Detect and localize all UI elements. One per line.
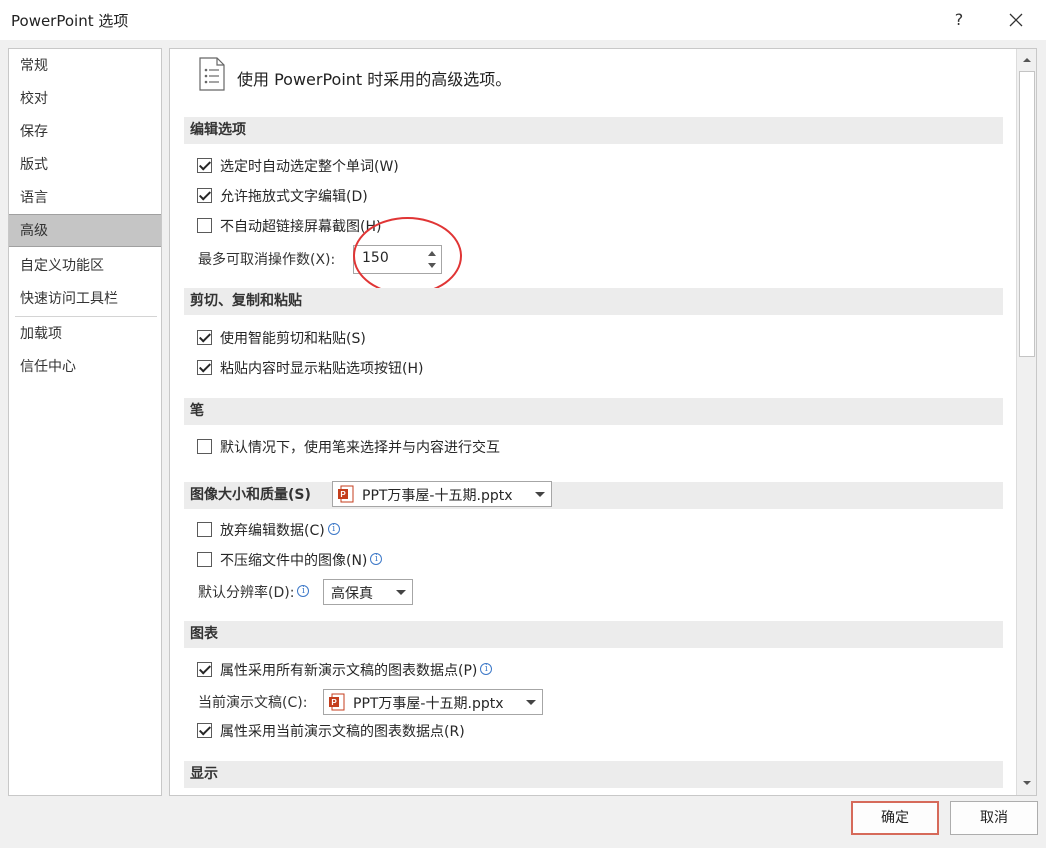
nav-item-language[interactable]: 语言: [9, 182, 161, 215]
nav-item-customize-ribbon[interactable]: 自定义功能区: [9, 250, 161, 283]
image-file-dropdown[interactable]: P PPT万事屋-十五期.pptx: [332, 481, 552, 507]
option-discard-edit-data[interactable]: 放弃编辑数据(C) i: [197, 521, 340, 541]
scroll-down-button[interactable]: [1018, 774, 1036, 792]
nav-item-quick-access[interactable]: 快速访问工具栏: [9, 283, 161, 316]
powerpoint-file-icon: P: [338, 485, 354, 503]
nav-item-addins[interactable]: 加载项: [9, 318, 161, 351]
category-nav: 常规 校对 保存 版式 语言 高级 自定义功能区 快速访问工具栏 加载项 信任中…: [8, 48, 162, 796]
checkbox-discard-edit-data[interactable]: [197, 522, 212, 537]
checkbox-no-compress-images[interactable]: [197, 552, 212, 567]
section-cut-copy-paste: 剪切、复制和粘贴: [184, 288, 1003, 315]
info-icon[interactable]: i: [297, 585, 310, 597]
close-icon: [1009, 13, 1023, 27]
undo-count-label: 最多可取消操作数(X):: [198, 252, 336, 268]
nav-item-general[interactable]: 常规: [9, 50, 161, 83]
title-bar: PowerPoint 选项 ?: [0, 0, 1046, 40]
option-smart-cut-paste[interactable]: 使用智能剪切和粘贴(S): [197, 329, 366, 349]
nav-item-save[interactable]: 保存: [9, 116, 161, 149]
info-icon[interactable]: i: [327, 523, 340, 535]
section-image-quality: 图像大小和质量(S): [184, 482, 1003, 509]
section-editing: 编辑选项: [184, 117, 1003, 144]
nav-item-proofing[interactable]: 校对: [9, 83, 161, 116]
help-button[interactable]: ?: [945, 7, 973, 33]
current-presentation-label: 当前演示文稿(C):: [198, 695, 308, 711]
resolution-dropdown[interactable]: 高保真: [323, 579, 413, 605]
cancel-button[interactable]: 取消: [950, 801, 1038, 835]
section-pen: 笔: [184, 398, 1003, 425]
dropdown-arrow-icon: [396, 590, 406, 595]
highlight-circle-annotation: [353, 217, 462, 295]
dropdown-arrow-icon: [535, 492, 545, 497]
option-select-whole-word[interactable]: 选定时自动选定整个单词(W): [197, 157, 399, 177]
scroll-up-button[interactable]: [1018, 51, 1036, 69]
checkbox-chart-data-points-new[interactable]: [197, 662, 212, 677]
page-title: 使用 PowerPoint 时采用的高级选项。: [237, 70, 512, 89]
dropdown-arrow-icon: [526, 700, 536, 705]
option-pen-select[interactable]: 默认情况下，使用笔来选择并与内容进行交互: [197, 438, 500, 458]
checkbox-smart-cut-paste[interactable]: [197, 330, 212, 345]
nav-item-layout[interactable]: 版式: [9, 149, 161, 182]
section-chart: 图表: [184, 621, 1003, 648]
info-icon[interactable]: i: [480, 663, 493, 675]
content-scrollbar[interactable]: [1016, 49, 1036, 795]
checkbox-no-auto-hyperlink[interactable]: [197, 218, 212, 233]
nav-divider: [15, 316, 157, 317]
option-drag-drop-editing[interactable]: 允许拖放式文字编辑(D): [197, 187, 368, 207]
resolution-value: 高保真: [331, 586, 373, 602]
option-chart-data-points-new[interactable]: 属性采用所有新演示文稿的图表数据点(P) i: [197, 661, 493, 681]
image-file-name: PPT万事屋-十五期.pptx: [362, 488, 513, 504]
advanced-options-pane: 使用 PowerPoint 时采用的高级选项。 编辑选项 选定时自动选定整个单词…: [169, 48, 1037, 796]
window-title: PowerPoint 选项: [11, 12, 129, 30]
powerpoint-file-icon: P: [329, 693, 345, 711]
scroll-down-icon: [1023, 781, 1031, 785]
option-chart-data-points-current[interactable]: 属性采用当前演示文稿的图表数据点(R): [197, 722, 465, 742]
scrollbar-thumb[interactable]: [1019, 71, 1035, 357]
scroll-up-icon: [1023, 58, 1031, 62]
option-no-auto-hyperlink[interactable]: 不自动超链接屏幕截图(H): [197, 217, 381, 237]
default-resolution-label: 默认分辨率(D): i: [198, 583, 310, 603]
checkbox-paste-options-button[interactable]: [197, 360, 212, 375]
nav-item-advanced[interactable]: 高级: [9, 214, 161, 247]
svg-text:P: P: [331, 698, 337, 707]
ok-button[interactable]: 确定: [851, 801, 939, 835]
option-no-compress-images[interactable]: 不压缩文件中的图像(N) i: [197, 551, 383, 571]
checkbox-pen-select[interactable]: [197, 439, 212, 454]
checkbox-chart-data-points-current[interactable]: [197, 723, 212, 738]
section-display: 显示: [184, 761, 1003, 788]
checkbox-select-whole-word[interactable]: [197, 158, 212, 173]
svg-text:P: P: [340, 490, 346, 499]
current-presentation-dropdown[interactable]: P PPT万事屋-十五期.pptx: [323, 689, 543, 715]
options-page-icon: [197, 57, 227, 95]
option-paste-options-button[interactable]: 粘贴内容时显示粘贴选项按钮(H): [197, 359, 423, 379]
checkbox-drag-drop-editing[interactable]: [197, 188, 212, 203]
nav-item-trust-center[interactable]: 信任中心: [9, 351, 161, 384]
info-icon[interactable]: i: [370, 553, 383, 565]
close-button[interactable]: [1002, 7, 1030, 33]
current-presentation-file: PPT万事屋-十五期.pptx: [353, 696, 504, 712]
